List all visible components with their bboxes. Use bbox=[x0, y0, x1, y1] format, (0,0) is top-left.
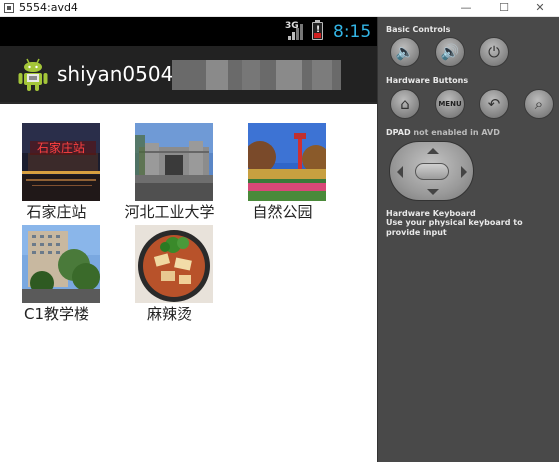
dpad-up-icon[interactable] bbox=[427, 148, 439, 154]
app-title: shiyan0504_ bbox=[57, 62, 184, 86]
grid-item-label: 河北工业大学 bbox=[124, 203, 215, 221]
power-icon: ⏻ bbox=[488, 43, 500, 61]
battery-alert-mark: ! bbox=[316, 25, 321, 35]
home-button[interactable]: ⌂ bbox=[390, 89, 420, 119]
dpad-center-button[interactable] bbox=[415, 163, 449, 180]
window-title-bar: 5554:avd4 — ☐ ✕ bbox=[0, 0, 559, 17]
university-gate-photo bbox=[135, 123, 213, 201]
hardware-keyboard-note: Use your physical keyboard to provide in… bbox=[386, 218, 523, 237]
menu-label: MENU bbox=[438, 100, 462, 108]
grid-item-hebei-university-of-technology[interactable]: 河北工业大学 bbox=[113, 123, 226, 223]
power-button[interactable]: ⏻ bbox=[479, 37, 509, 67]
building-photo bbox=[22, 225, 100, 303]
action-bar: shiyan0504_ bbox=[0, 46, 377, 104]
dpad-right-icon[interactable] bbox=[461, 166, 467, 178]
dpad-label: DPAD not enabled in AVD bbox=[386, 128, 500, 138]
search-icon: ⌕ bbox=[534, 95, 544, 113]
volume-up-button[interactable]: 🔊 bbox=[435, 37, 465, 67]
volume-up-icon: 🔊 bbox=[440, 43, 460, 61]
basic-controls-label: Basic Controls bbox=[386, 25, 451, 34]
redacted-block bbox=[172, 60, 341, 90]
dpad[interactable] bbox=[389, 141, 474, 201]
android-icon[interactable] bbox=[17, 58, 49, 92]
volume-down-button[interactable]: 🔈 bbox=[390, 37, 420, 67]
dpad-down-icon[interactable] bbox=[427, 189, 439, 195]
window-title: 5554:avd4 bbox=[19, 1, 78, 14]
volume-down-icon: 🔈 bbox=[395, 43, 415, 61]
home-icon: ⌂ bbox=[400, 95, 410, 113]
dpad-note: not enabled in AVD bbox=[413, 128, 500, 137]
dpad-title: DPAD bbox=[386, 128, 411, 137]
grid-item-shijiazhuang-station[interactable]: 石家庄站 石家庄站 bbox=[0, 123, 113, 223]
window-app-icon bbox=[4, 3, 14, 13]
back-button[interactable]: ↶ bbox=[479, 89, 509, 119]
maximize-button[interactable]: ☐ bbox=[485, 0, 523, 16]
status-clock: 8:15 bbox=[333, 22, 372, 42]
menu-button[interactable]: MENU bbox=[435, 89, 465, 119]
status-bar: 3G ! 8:15 bbox=[0, 17, 377, 46]
grid-item-label: 自然公园 bbox=[252, 203, 313, 221]
device-screen: 3G ! 8:15 shiyan0504_ 石家庄站 石家庄站 河北工业大学 自… bbox=[0, 17, 377, 462]
station-night-photo: 石家庄站 bbox=[22, 123, 100, 201]
close-button[interactable]: ✕ bbox=[521, 0, 559, 16]
battery-icon: ! bbox=[312, 20, 323, 40]
grid-item-malatang[interactable]: 麻辣烫 bbox=[113, 225, 226, 325]
grid-item-c1-teaching-building[interactable]: C1教学楼 bbox=[0, 225, 113, 325]
grid-item-nature-park[interactable]: 自然公园 bbox=[226, 123, 339, 223]
svg-text:石家庄站: 石家庄站 bbox=[37, 140, 85, 155]
food-photo bbox=[135, 225, 213, 303]
emulator-control-panel: Basic Controls 🔈 🔊 ⏻ Hardware Buttons ⌂ … bbox=[377, 17, 559, 462]
back-icon: ↶ bbox=[487, 95, 501, 113]
search-button[interactable]: ⌕ bbox=[524, 89, 554, 119]
hardware-buttons-label: Hardware Buttons bbox=[386, 76, 469, 85]
dpad-left-icon[interactable] bbox=[397, 166, 403, 178]
park-photo bbox=[248, 123, 326, 201]
grid-item-label: C1教学楼 bbox=[23, 305, 90, 323]
minimize-button[interactable]: — bbox=[447, 0, 485, 16]
image-grid: 石家庄站 石家庄站 河北工业大学 自然公园 C1教学楼 麻辣烫 bbox=[0, 106, 377, 462]
grid-item-label: 石家庄站 bbox=[26, 203, 87, 221]
signal-strength-icon bbox=[287, 23, 305, 40]
grid-item-label: 麻辣烫 bbox=[146, 305, 192, 323]
